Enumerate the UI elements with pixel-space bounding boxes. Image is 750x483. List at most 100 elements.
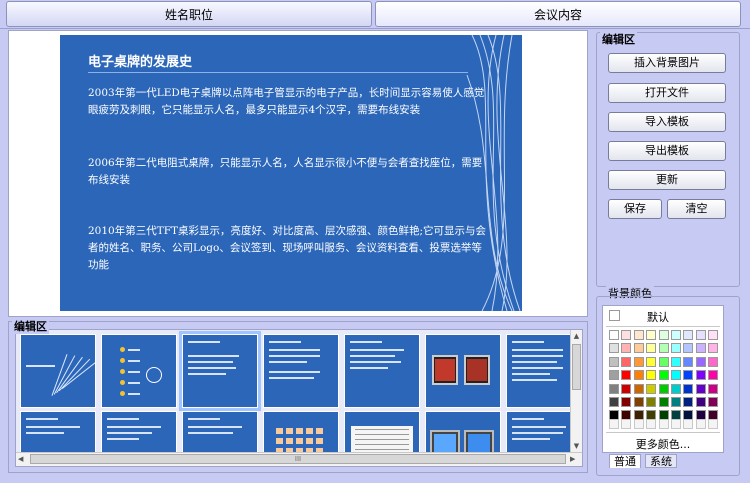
vertical-scrollbar[interactable]: ▲ ▼ bbox=[570, 330, 582, 452]
color-swatch[interactable] bbox=[671, 330, 681, 340]
custom-color-swatch[interactable] bbox=[646, 419, 657, 429]
color-swatch[interactable] bbox=[683, 383, 694, 394]
custom-color-swatch[interactable] bbox=[609, 419, 619, 429]
horizontal-scrollbar[interactable]: ◀ III ▶ bbox=[16, 452, 582, 466]
color-swatch[interactable] bbox=[646, 356, 657, 367]
custom-color-swatch[interactable] bbox=[695, 419, 706, 429]
open-file-button[interactable]: 打开文件 bbox=[608, 83, 726, 103]
tab-name-position[interactable]: 姓名职位 bbox=[6, 1, 372, 27]
color-swatch[interactable] bbox=[708, 397, 719, 407]
color-swatch[interactable] bbox=[708, 383, 719, 394]
color-swatch[interactable] bbox=[708, 343, 719, 354]
color-swatch[interactable] bbox=[621, 330, 632, 340]
color-swatch[interactable] bbox=[683, 343, 694, 354]
color-swatch[interactable] bbox=[609, 383, 619, 394]
slide-canvas[interactable]: 电子桌牌的发展史 2003年第一代LED电子桌牌以点阵电子管显示的电子产品，长时… bbox=[60, 35, 522, 311]
custom-color-swatch[interactable] bbox=[621, 419, 632, 429]
color-swatch[interactable] bbox=[683, 370, 694, 381]
scroll-up-icon[interactable]: ▲ bbox=[572, 331, 581, 341]
scroll-down-icon[interactable]: ▼ bbox=[572, 441, 581, 451]
color-swatch[interactable] bbox=[683, 356, 694, 367]
color-swatch[interactable] bbox=[708, 330, 719, 340]
color-swatch[interactable] bbox=[658, 397, 669, 407]
color-swatch[interactable] bbox=[646, 397, 657, 407]
update-button[interactable]: 更新 bbox=[608, 170, 726, 190]
custom-color-swatch[interactable] bbox=[671, 419, 681, 429]
color-swatch[interactable] bbox=[683, 330, 694, 340]
thumbnail-content bbox=[128, 360, 140, 362]
slide-thumbnail[interactable] bbox=[263, 334, 339, 408]
color-swatch[interactable] bbox=[633, 330, 644, 340]
horizontal-scroll-thumb[interactable]: III bbox=[30, 454, 566, 464]
color-swatch[interactable] bbox=[671, 370, 681, 381]
custom-color-swatch[interactable] bbox=[633, 419, 644, 429]
color-swatch[interactable] bbox=[609, 343, 619, 354]
color-swatch[interactable] bbox=[658, 343, 669, 354]
default-color-label[interactable]: 默认 bbox=[647, 309, 669, 325]
import-template-button[interactable]: 导入模板 bbox=[608, 112, 726, 132]
color-swatch[interactable] bbox=[658, 383, 669, 394]
color-swatch[interactable] bbox=[621, 370, 632, 381]
color-swatch[interactable] bbox=[633, 383, 644, 394]
custom-color-swatch[interactable] bbox=[683, 419, 694, 429]
slide-paragraph-3: 2010年第三代TFT桌彩显示，亮度好、对比度高、层次感强、颜色鲜艳;它可显示与… bbox=[88, 225, 487, 271]
slide-thumbnail[interactable] bbox=[179, 331, 261, 411]
tab-system[interactable]: 系统 bbox=[645, 454, 677, 468]
slide-thumbnail[interactable] bbox=[20, 334, 96, 408]
color-swatch[interactable] bbox=[621, 356, 632, 367]
thumbnail-content bbox=[512, 426, 567, 428]
vertical-scroll-thumb[interactable] bbox=[572, 344, 581, 390]
color-swatch[interactable] bbox=[658, 356, 669, 367]
color-swatch[interactable] bbox=[621, 383, 632, 394]
custom-color-swatch[interactable] bbox=[658, 419, 669, 429]
thumbnail-content bbox=[26, 432, 65, 434]
color-swatch[interactable] bbox=[609, 397, 619, 407]
color-swatch[interactable] bbox=[633, 343, 644, 354]
tab-meeting-content[interactable]: 会议内容 bbox=[375, 1, 741, 27]
scroll-right-icon[interactable]: ▶ bbox=[570, 453, 580, 465]
slide-thumbnail[interactable] bbox=[425, 334, 501, 408]
custom-color-swatch[interactable] bbox=[708, 419, 719, 429]
clear-button[interactable]: 清空 bbox=[667, 199, 726, 219]
color-swatch[interactable] bbox=[633, 370, 644, 381]
more-colors-link[interactable]: 更多颜色... bbox=[603, 436, 723, 452]
color-swatch[interactable] bbox=[695, 330, 706, 340]
color-swatch[interactable] bbox=[708, 356, 719, 367]
color-swatch[interactable] bbox=[633, 356, 644, 367]
color-swatch[interactable] bbox=[646, 370, 657, 381]
save-button[interactable]: 保存 bbox=[608, 199, 662, 219]
color-swatch[interactable] bbox=[646, 343, 657, 354]
color-swatch[interactable] bbox=[695, 397, 706, 407]
thumbnail-content bbox=[296, 438, 303, 444]
color-swatch[interactable] bbox=[695, 383, 706, 394]
scroll-left-icon[interactable]: ◀ bbox=[18, 453, 28, 465]
color-swatch[interactable] bbox=[621, 343, 632, 354]
slide-thumbnail[interactable] bbox=[101, 334, 177, 408]
color-swatch[interactable] bbox=[633, 397, 644, 407]
color-swatch[interactable] bbox=[671, 356, 681, 367]
color-swatch[interactable] bbox=[609, 330, 619, 340]
slide-thumbnail[interactable] bbox=[344, 334, 420, 408]
color-swatch[interactable] bbox=[621, 397, 632, 407]
color-swatch[interactable] bbox=[683, 397, 694, 407]
color-swatch[interactable] bbox=[646, 383, 657, 394]
export-template-button[interactable]: 导出模板 bbox=[608, 141, 726, 161]
thumbnail-content bbox=[512, 341, 544, 343]
thumbnail-content bbox=[316, 438, 323, 444]
color-swatch[interactable] bbox=[658, 330, 669, 340]
color-swatch[interactable] bbox=[671, 383, 681, 394]
default-color-swatch[interactable] bbox=[609, 310, 620, 321]
color-swatch[interactable] bbox=[609, 370, 619, 381]
color-swatch[interactable] bbox=[695, 356, 706, 367]
insert-background-button[interactable]: 插入背景图片 bbox=[608, 53, 726, 73]
color-swatch[interactable] bbox=[646, 330, 657, 340]
tab-normal[interactable]: 普通 bbox=[609, 454, 641, 468]
color-swatch[interactable] bbox=[609, 356, 619, 367]
color-swatch[interactable] bbox=[695, 370, 706, 381]
color-swatch[interactable] bbox=[658, 370, 669, 381]
color-swatch[interactable] bbox=[708, 370, 719, 381]
color-swatch[interactable] bbox=[695, 343, 706, 354]
color-swatch[interactable] bbox=[671, 343, 681, 354]
thumbnail-content bbox=[188, 367, 236, 369]
color-swatch[interactable] bbox=[671, 397, 681, 407]
